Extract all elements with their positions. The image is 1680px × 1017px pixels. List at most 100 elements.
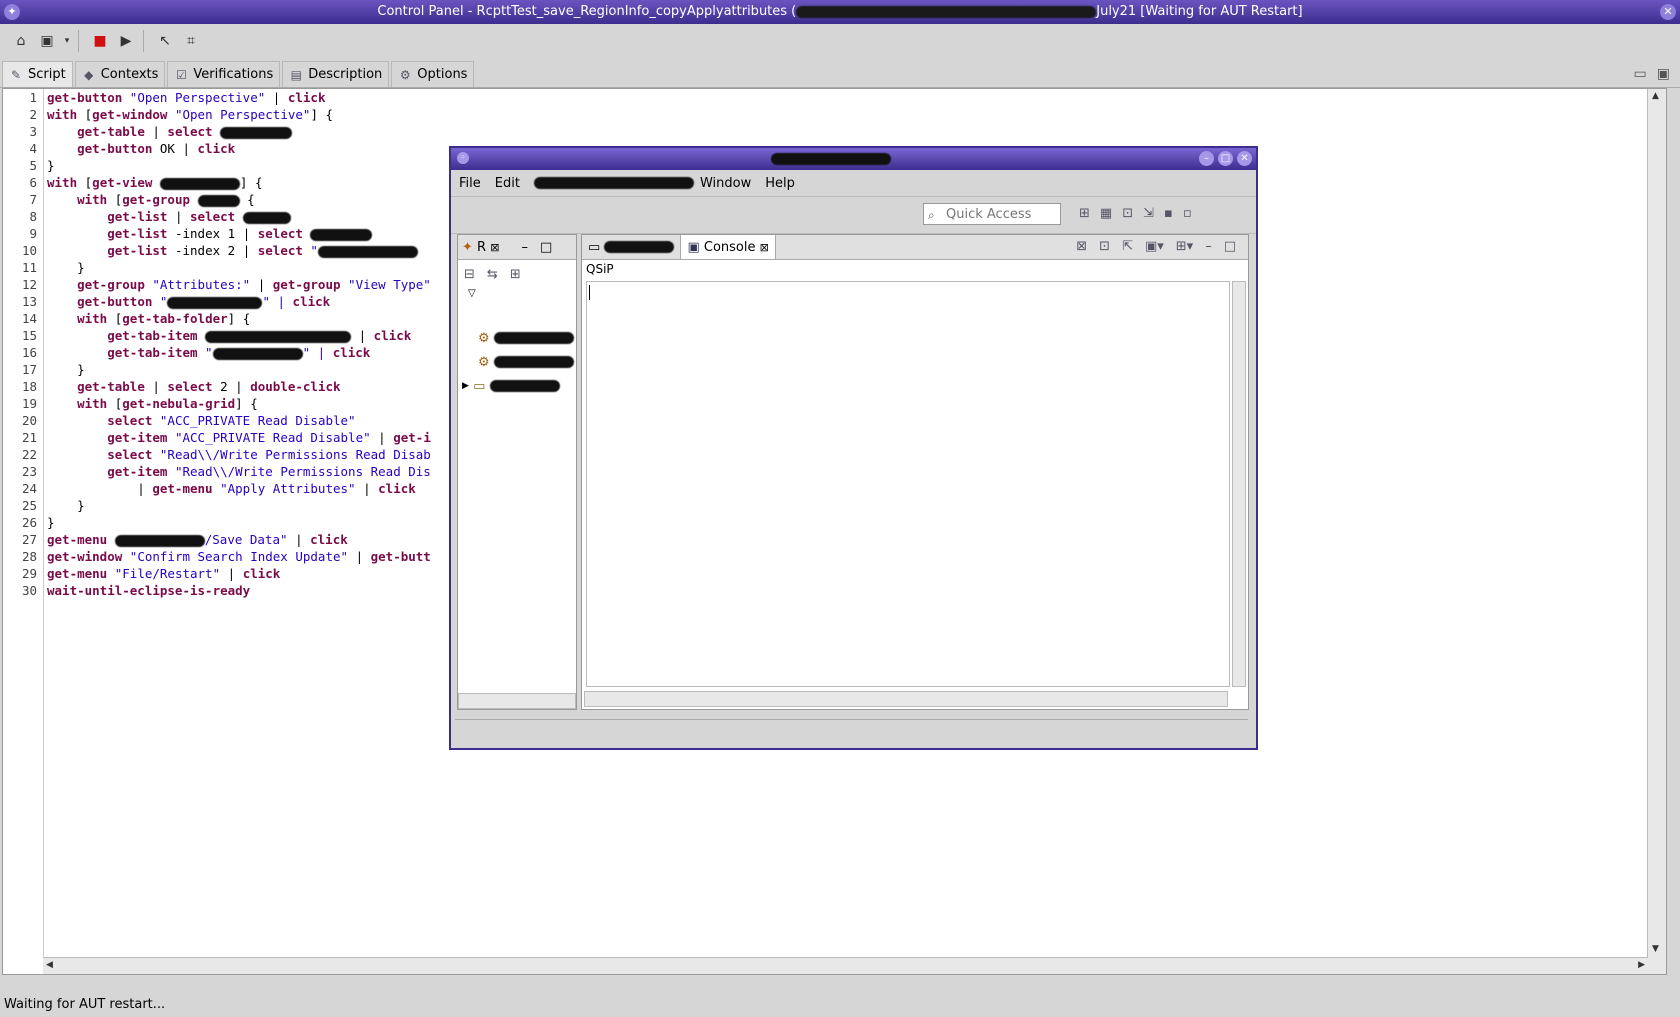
redacted-scribble (489, 380, 560, 392)
folder-icon: ▭ (473, 378, 486, 394)
editor-tabs: ✎ Script ◆ Contexts ☑ Verifications ▤ Descri… (0, 60, 1680, 88)
tab-label: Options (417, 67, 468, 82)
menu-window[interactable]: Window (700, 176, 751, 191)
view-menu-icon[interactable]: ▽ (458, 288, 576, 306)
record-area-icon[interactable]: ⌗ (180, 30, 202, 52)
maximize-view-icon[interactable]: □ (540, 240, 552, 255)
scroll-lock-icon[interactable]: ⊡ (1099, 239, 1110, 254)
tab-script[interactable]: ✎ Script (2, 61, 73, 87)
line-number: 23 (21, 464, 37, 479)
tree-item[interactable]: ⚙ (458, 326, 576, 350)
quick-access-input[interactable]: ⌕ Quick Access (923, 203, 1061, 225)
line-number: 15 (21, 328, 37, 343)
line-number: 4 (29, 141, 37, 156)
hidden-view-tab[interactable]: ▭ (582, 235, 682, 259)
open-perspective-icon[interactable]: ⊞ (1079, 206, 1090, 221)
play-icon[interactable]: ▶ (115, 30, 137, 52)
aut-toolbar-icons: ⊞ ▦ ⊡ ⇲ ▪ ▫ (1079, 206, 1192, 221)
menu-help[interactable]: Help (765, 176, 795, 191)
pin-console-icon[interactable]: ⇱ (1122, 239, 1133, 254)
minimize-editor-icon[interactable]: ▭ (1634, 66, 1647, 82)
redacted-scribble (197, 194, 240, 207)
redacted-scribble (533, 177, 694, 189)
select-pointer-icon[interactable]: ↖ (154, 30, 176, 52)
gear-icon: ⚙ (478, 354, 490, 370)
stop-icon[interactable]: ■ (89, 30, 111, 52)
tab-contexts[interactable]: ◆ Contexts (74, 61, 166, 87)
scroll-down-arrow-icon[interactable]: ▼ (1652, 944, 1659, 954)
clear-console-icon[interactable]: ⊠ (1076, 239, 1087, 254)
left-view-pane[interactable]: ✦ R ⊠ – □ ⊟ ⇆ ⊞ ▽ ⚙ ⚙ ▶ ▭ (457, 234, 577, 710)
collapse-all-icon[interactable]: ⊟ (464, 267, 475, 282)
window-titlebar: ✦ Control Panel - RcpttTest_save_RegionI… (0, 0, 1680, 24)
aut-close-icon[interactable]: ✕ (1237, 151, 1252, 166)
line-number: 27 (21, 532, 37, 547)
tab-console[interactable]: ▣ Console ⊠ (681, 235, 776, 259)
editor-vertical-scrollbar[interactable]: ▲ ▼ (1647, 89, 1666, 974)
open-console-icon[interactable]: ⊞▾ (1176, 239, 1193, 254)
tab-label: Description (308, 67, 383, 82)
console-actions: ⊠ ⊡ ⇱ ▣▾ ⊞▾ – □ (1076, 239, 1236, 254)
editor-horizontal-scrollbar[interactable]: ◀ ▶ (43, 957, 1648, 974)
close-tab-icon[interactable]: ⊠ (760, 241, 769, 254)
redacted-scribble (317, 245, 418, 258)
aut-status-bar (455, 719, 1248, 744)
save-icon[interactable]: ▣ (36, 30, 58, 52)
aut-minimize-icon[interactable]: – (1199, 151, 1214, 166)
left-pane-horizontal-scrollbar[interactable] (458, 693, 576, 709)
console-view-pane[interactable]: ▭ ▣ Console ⊠ ⊠ ⊡ ⇱ ▣▾ ⊞▾ – □ QSiP (581, 234, 1249, 710)
status-bar: Waiting for AUT restart... (4, 997, 166, 1012)
close-tab-icon[interactable]: ⊠ (490, 241, 499, 254)
menu-file[interactable]: File (459, 176, 481, 191)
window-menu-icon[interactable]: ✦ (4, 4, 20, 20)
contexts-icon: ◆ (84, 67, 94, 82)
tab-label: Contexts (100, 67, 159, 82)
maximize-editor-icon[interactable]: ▣ (1657, 66, 1670, 82)
perspective-icon[interactable]: ▦ (1100, 206, 1112, 221)
line-number: 26 (21, 515, 37, 530)
tree-item[interactable]: ⚙ (458, 350, 576, 374)
tree-item[interactable]: ▶ ▭ (458, 374, 576, 398)
menu-edit[interactable]: Edit (495, 176, 520, 191)
aut-window[interactable]: ◦ – □ ✕ File Edit Window Help ⌕ Quick Acc… (449, 146, 1258, 750)
window-close-icon[interactable]: ✕ (1660, 4, 1676, 20)
scroll-right-arrow-icon[interactable]: ▶ (1638, 960, 1645, 970)
code-line: with [get-window "Open Perspective"] { (47, 107, 334, 122)
import-icon[interactable]: ⇲ (1143, 206, 1154, 221)
scroll-left-arrow-icon[interactable]: ◀ (46, 960, 53, 970)
console-horizontal-scrollbar[interactable] (584, 691, 1228, 707)
maximize-view-icon[interactable]: □ (1224, 239, 1236, 254)
line-number: 18 (21, 379, 37, 394)
left-view-tab[interactable]: ✦ R ⊠ – □ (458, 235, 576, 260)
expand-icon[interactable]: ⊞ (510, 267, 521, 282)
line-number: 5 (29, 158, 37, 173)
minimize-view-icon[interactable]: – (521, 240, 528, 255)
aut-maximize-icon[interactable]: □ (1218, 151, 1233, 166)
redacted-scribble (796, 5, 1097, 18)
scroll-up-arrow-icon[interactable]: ▲ (1652, 91, 1659, 101)
link-editor-icon[interactable]: ⇆ (487, 267, 498, 282)
display-console-icon[interactable]: ▣▾ (1145, 239, 1164, 254)
tab-verifications[interactable]: ☑ Verifications (167, 61, 281, 87)
save-icon[interactable]: ▪ (1164, 206, 1173, 221)
tab-description[interactable]: ▤ Description (282, 61, 390, 87)
tree-toolbar: ⊟ ⇆ ⊞ (458, 260, 576, 288)
redacted-scribble (212, 347, 303, 360)
aut-window-icon[interactable]: ◦ (457, 152, 469, 164)
minimize-view-icon[interactable]: – (1205, 239, 1212, 254)
console-view-tabs: ▭ ▣ Console ⊠ ⊠ ⊡ ⇱ ▣▾ ⊞▾ – □ (582, 235, 1248, 260)
line-number: 1 (29, 90, 37, 105)
tab-options[interactable]: ⚙ Options (391, 61, 475, 87)
console-vertical-scrollbar[interactable] (1232, 281, 1246, 687)
save-all-icon[interactable]: ▫ (1183, 206, 1192, 221)
aut-toolbar: ⌕ Quick Access ⊞ ▦ ⊡ ⇲ ▪ ▫ (451, 196, 1256, 234)
expand-arrow-icon[interactable]: ▶ (462, 381, 469, 391)
window-title-prefix: Control Panel - RcpttTest_save_RegionInf… (377, 4, 797, 19)
save-dropdown-icon[interactable]: ▾ (62, 30, 72, 52)
console-output[interactable] (586, 281, 1230, 687)
home-icon[interactable]: ⌂ (10, 30, 32, 52)
line-number: 29 (21, 566, 37, 581)
aut-titlebar[interactable]: ◦ – □ ✕ (451, 148, 1256, 170)
main-toolbar: ⌂ ▣ ▾ ■ ▶ ↖ ⌗ (0, 24, 1680, 58)
new-folder-icon[interactable]: ⊡ (1122, 206, 1133, 221)
